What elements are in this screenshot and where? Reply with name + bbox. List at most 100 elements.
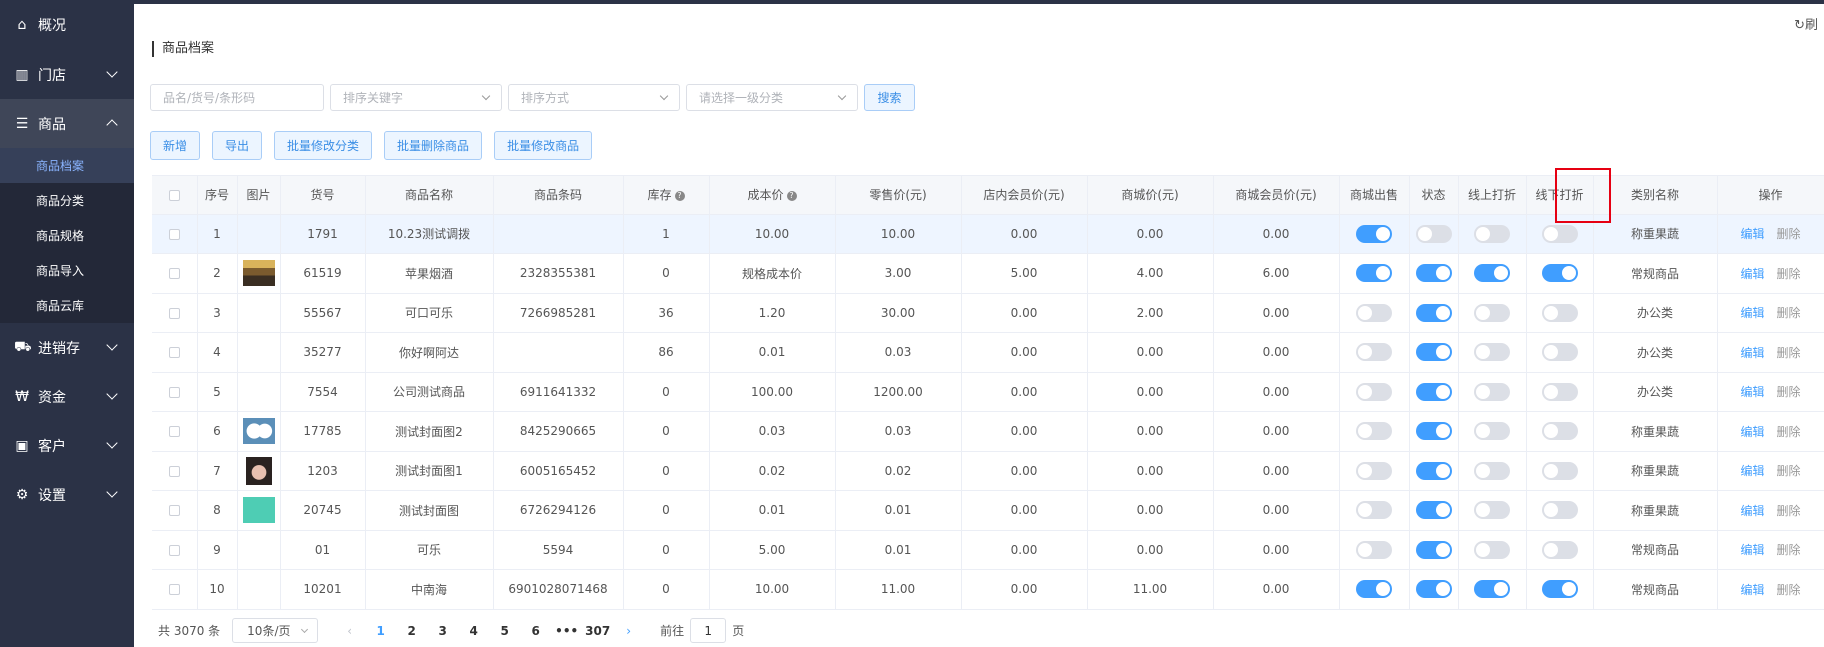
row-select-cell[interactable]: [152, 530, 198, 570]
select-all-checkbox[interactable]: [168, 189, 180, 201]
sort-order-select[interactable]: 排序方式: [508, 84, 680, 111]
help-icon[interactable]: ?: [674, 190, 685, 201]
row-checkbox[interactable]: [168, 544, 180, 556]
add-button[interactable]: 新增: [150, 131, 201, 160]
row-checkbox[interactable]: [168, 505, 180, 517]
row-select-cell[interactable]: [152, 214, 198, 254]
row-select-cell[interactable]: [152, 293, 198, 333]
delete-link[interactable]: 删除: [1777, 227, 1801, 241]
sidebar-subitem-product-import[interactable]: 商品导入: [0, 253, 134, 288]
page-number[interactable]: 2: [396, 624, 427, 638]
row-select-cell[interactable]: [152, 569, 198, 610]
offline-disc-toggle[interactable]: [1541, 461, 1578, 480]
sidebar-item-products[interactable]: ☰ 商品: [0, 99, 134, 148]
row-checkbox[interactable]: [168, 347, 180, 359]
mall-sale-toggle[interactable]: [1356, 461, 1392, 480]
batch-category-button[interactable]: 批量修改分类: [274, 131, 373, 160]
batch-edit-button[interactable]: 批量修改商品: [494, 131, 593, 160]
edit-link[interactable]: 编辑: [1740, 583, 1764, 597]
row-select-cell[interactable]: [152, 372, 198, 412]
page-number[interactable]: 307: [582, 624, 613, 638]
keyword-search-input[interactable]: 品名/货号/条形码: [150, 84, 324, 111]
mall-sale-toggle[interactable]: [1356, 382, 1392, 401]
page-number[interactable]: 4: [458, 624, 489, 638]
category-select[interactable]: 请选择一级分类: [686, 84, 858, 111]
sidebar-item-settings[interactable]: ⚙ 设置: [0, 470, 134, 519]
status-toggle[interactable]: [1415, 501, 1452, 520]
online-disc-toggle[interactable]: [1474, 382, 1510, 401]
page-number[interactable]: 1: [365, 624, 396, 638]
online-disc-toggle[interactable]: [1474, 343, 1510, 362]
sidebar-item-customers[interactable]: ▣ 客户: [0, 421, 134, 470]
online-disc-toggle[interactable]: [1474, 224, 1510, 243]
offline-disc-toggle[interactable]: [1541, 303, 1578, 322]
online-disc-toggle[interactable]: [1474, 461, 1510, 480]
offline-disc-toggle[interactable]: [1541, 580, 1578, 599]
page-number[interactable]: 3: [427, 624, 458, 638]
delete-link[interactable]: 删除: [1777, 346, 1801, 360]
delete-link[interactable]: 删除: [1777, 583, 1801, 597]
status-toggle[interactable]: [1415, 382, 1452, 401]
mall-sale-toggle[interactable]: [1356, 580, 1392, 599]
row-checkbox[interactable]: [168, 386, 180, 398]
online-disc-toggle[interactable]: [1474, 580, 1510, 599]
edit-link[interactable]: 编辑: [1740, 543, 1764, 557]
mall-sale-toggle[interactable]: [1356, 343, 1392, 362]
online-disc-toggle[interactable]: [1474, 303, 1510, 322]
online-disc-toggle[interactable]: [1474, 540, 1510, 559]
offline-disc-toggle[interactable]: [1541, 501, 1578, 520]
edit-link[interactable]: 编辑: [1740, 464, 1764, 478]
online-disc-toggle[interactable]: [1474, 501, 1510, 520]
status-toggle[interactable]: [1415, 343, 1452, 362]
delete-link[interactable]: 删除: [1777, 306, 1801, 320]
mall-sale-toggle[interactable]: [1356, 501, 1392, 520]
edit-link[interactable]: 编辑: [1740, 306, 1764, 320]
mall-sale-toggle[interactable]: [1356, 303, 1392, 322]
page-ellipsis[interactable]: •••: [551, 624, 582, 638]
row-select-cell[interactable]: [152, 490, 198, 531]
row-checkbox[interactable]: [168, 307, 180, 319]
page-size-select[interactable]: 10条/页: [232, 618, 319, 643]
edit-link[interactable]: 编辑: [1740, 346, 1764, 360]
row-checkbox[interactable]: [168, 426, 180, 438]
edit-link[interactable]: 编辑: [1740, 267, 1764, 281]
offline-disc-toggle[interactable]: [1541, 540, 1578, 559]
sidebar-subitem-product-spec[interactable]: 商品规格: [0, 218, 134, 253]
status-toggle[interactable]: [1415, 303, 1452, 322]
row-checkbox[interactable]: [168, 228, 180, 240]
offline-disc-toggle[interactable]: [1541, 224, 1578, 243]
goto-page-input[interactable]: 1: [690, 618, 727, 643]
batch-delete-button[interactable]: 批量删除商品: [384, 131, 483, 160]
help-icon[interactable]: ?: [786, 190, 797, 201]
sort-key-select[interactable]: 排序关键字: [330, 84, 502, 111]
row-checkbox[interactable]: [168, 584, 180, 596]
page-number[interactable]: 5: [489, 624, 520, 638]
select-all-cell[interactable]: [152, 176, 198, 215]
product-thumbnail[interactable]: [242, 260, 275, 287]
sidebar-item-overview[interactable]: ⌂ 概况: [0, 0, 134, 50]
row-select-cell[interactable]: [152, 411, 198, 452]
refresh-button[interactable]: ↻刷: [1794, 14, 1818, 33]
product-thumbnail[interactable]: [245, 456, 272, 485]
mall-sale-toggle[interactable]: [1356, 224, 1392, 243]
sidebar-item-inventory[interactable]: ⛟ 进销存: [0, 323, 134, 372]
online-disc-toggle[interactable]: [1474, 264, 1510, 283]
row-checkbox[interactable]: [168, 465, 180, 477]
next-page-button[interactable]: ›: [613, 624, 644, 638]
sidebar-subitem-product-archive[interactable]: 商品档案: [0, 148, 134, 183]
delete-link[interactable]: 删除: [1777, 543, 1801, 557]
row-checkbox[interactable]: [168, 268, 180, 280]
status-toggle[interactable]: [1415, 422, 1452, 441]
prev-page-button[interactable]: ‹: [334, 624, 365, 638]
sidebar-subitem-product-category[interactable]: 商品分类: [0, 183, 134, 218]
status-toggle[interactable]: [1415, 461, 1452, 480]
edit-link[interactable]: 编辑: [1740, 504, 1764, 518]
delete-link[interactable]: 删除: [1777, 385, 1801, 399]
delete-link[interactable]: 删除: [1777, 464, 1801, 478]
status-toggle[interactable]: [1415, 224, 1452, 243]
delete-link[interactable]: 删除: [1777, 504, 1801, 518]
edit-link[interactable]: 编辑: [1740, 425, 1764, 439]
status-toggle[interactable]: [1415, 580, 1452, 599]
sidebar-item-funds[interactable]: ₩ 资金: [0, 372, 134, 421]
edit-link[interactable]: 编辑: [1740, 227, 1764, 241]
